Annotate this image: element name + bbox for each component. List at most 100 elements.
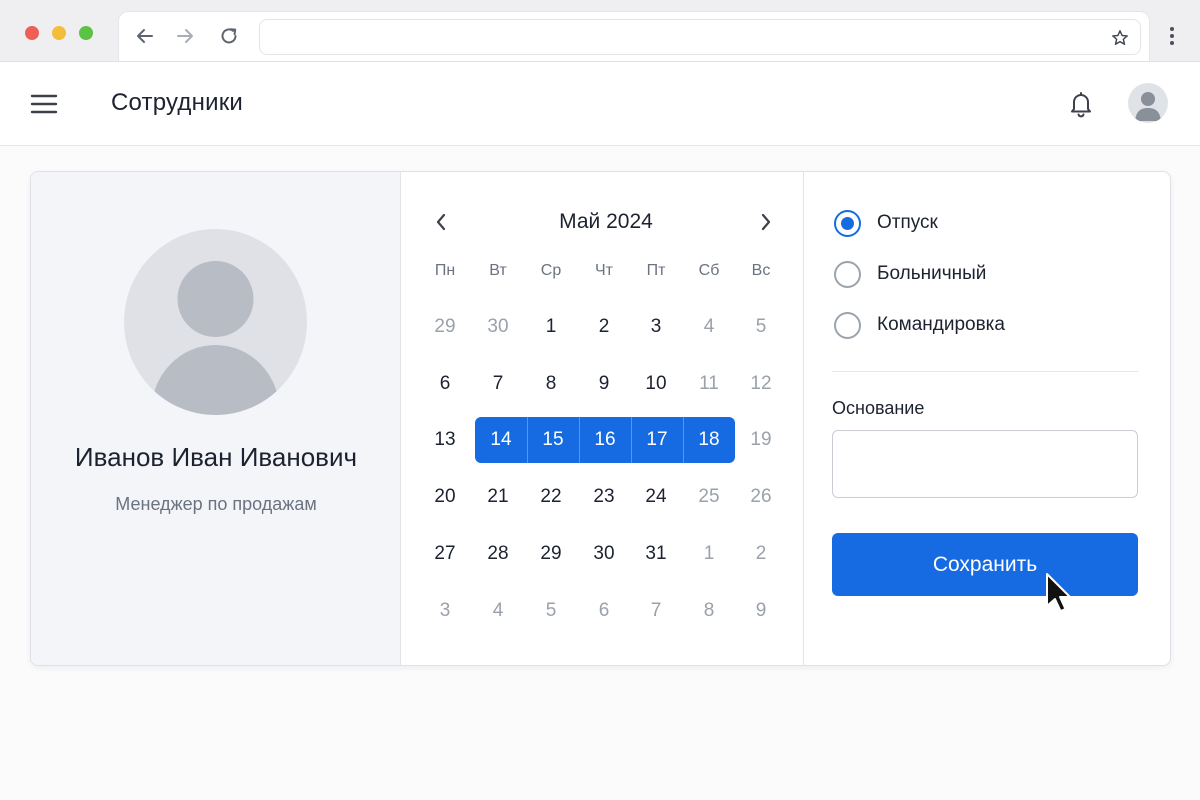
chevron-left-icon: [436, 213, 446, 231]
weekday-label: Сб: [698, 262, 720, 279]
calendar-days-grid: 29 30 1 2 3 4 5 6 7 8 9 10 11 12 13 14 1…: [419, 304, 789, 644]
calendar-day[interactable]: 28: [472, 531, 524, 577]
browser-menu-button[interactable]: [1160, 24, 1184, 48]
calendar-day[interactable]: 2: [578, 304, 630, 350]
calendar-day[interactable]: 21: [472, 474, 524, 520]
browser-toolbar: [118, 11, 1150, 61]
previous-month-button[interactable]: [429, 210, 453, 234]
calendar-day[interactable]: 6: [419, 361, 471, 407]
calendar-day[interactable]: 26: [735, 474, 787, 520]
calendar-day[interactable]: 13: [419, 417, 471, 463]
calendar-day[interactable]: 29: [419, 304, 471, 350]
calendar-weekdays: Пн Вт Ср Чт Пт Сб Вс: [419, 262, 789, 286]
back-button[interactable]: [133, 24, 157, 48]
calendar-day[interactable]: 10: [630, 361, 682, 407]
user-avatar-icon: [1135, 92, 1161, 121]
calendar-day-selected[interactable]: 14: [475, 417, 527, 463]
calendar-day[interactable]: 30: [578, 531, 630, 577]
calendar-day-selected[interactable]: 15: [527, 417, 579, 463]
calendar-day[interactable]: 8: [683, 588, 735, 634]
hamburger-menu-icon: [30, 94, 58, 114]
calendar-day[interactable]: 20: [419, 474, 471, 520]
calendar-day[interactable]: 5: [525, 588, 577, 634]
bookmark-button[interactable]: [1110, 28, 1130, 48]
radio-button[interactable]: [834, 260, 861, 288]
app-header: Сотрудники: [0, 62, 1200, 146]
notifications-button[interactable]: [1066, 89, 1096, 119]
employee-profile-panel: Иванов Иван Иванович Менеджер по продажа…: [31, 172, 401, 665]
calendar-day[interactable]: 4: [472, 588, 524, 634]
calendar: Май 2024 Пн Вт Ср Чт Пт Сб Вс 29 30 1 2: [401, 172, 804, 665]
weekday-label: Чт: [595, 262, 613, 279]
calendar-day-selected[interactable]: 16: [579, 417, 631, 463]
weekday-label: Вс: [751, 262, 771, 279]
calendar-day[interactable]: 1: [683, 531, 735, 577]
reason-label: Основание: [832, 398, 925, 418]
employee-absence-card: Иванов Иван Иванович Менеджер по продажа…: [30, 171, 1171, 666]
calendar-day[interactable]: 31: [630, 531, 682, 577]
calendar-day[interactable]: 2: [735, 531, 787, 577]
calendar-day[interactable]: 6: [578, 588, 630, 634]
calendar-day[interactable]: 11: [683, 361, 735, 407]
star-icon: [1112, 30, 1128, 46]
calendar-day[interactable]: 24: [630, 474, 682, 520]
calendar-day[interactable]: 3: [419, 588, 471, 634]
calendar-day[interactable]: 23: [578, 474, 630, 520]
calendar-day[interactable]: 19: [735, 417, 787, 463]
bell-icon: [1071, 92, 1091, 118]
calendar-day[interactable]: 5: [735, 304, 787, 350]
radio-label: Больничный: [877, 263, 987, 284]
calendar-day[interactable]: 30: [472, 304, 524, 350]
radio-option-business-trip[interactable]: Командировка: [834, 310, 1134, 340]
calendar-day[interactable]: 22: [525, 474, 577, 520]
weekday-label: Вт: [489, 262, 507, 279]
radio-option-vacation[interactable]: Отпуск: [834, 208, 1134, 238]
radio-label: Командировка: [877, 314, 1005, 335]
forward-button[interactable]: [173, 24, 197, 48]
calendar-day[interactable]: 27: [419, 531, 471, 577]
calendar-day[interactable]: 25: [683, 474, 735, 520]
browser-chrome: [0, 0, 1200, 62]
radio-button[interactable]: [834, 311, 861, 339]
calendar-day[interactable]: 7: [630, 588, 682, 634]
radio-button-checked[interactable]: [834, 209, 861, 237]
reload-button[interactable]: [217, 24, 241, 48]
calendar-day[interactable]: 8: [525, 361, 577, 407]
radio-option-sick-leave[interactable]: Больничный: [834, 259, 1134, 289]
weekday-label: Ср: [540, 262, 562, 279]
employee-name: Иванов Иван Иванович: [74, 442, 358, 472]
more-vertical-icon: [1170, 27, 1174, 45]
calendar-day[interactable]: 9: [578, 361, 630, 407]
calendar-day[interactable]: 9: [735, 588, 787, 634]
calendar-day-selected[interactable]: 18: [683, 417, 735, 463]
user-avatar-button[interactable]: [1128, 83, 1168, 123]
next-month-button[interactable]: [754, 210, 778, 234]
minimize-window-button[interactable]: [52, 26, 66, 40]
chevron-right-icon: [761, 213, 771, 231]
calendar-month-title: Май 2024: [559, 210, 653, 233]
radio-label: Отпуск: [877, 212, 938, 233]
calendar-day[interactable]: 1: [525, 304, 577, 350]
calendar-day[interactable]: 7: [472, 361, 524, 407]
reason-input[interactable]: [832, 430, 1138, 498]
calendar-day[interactable]: 3: [630, 304, 682, 350]
employee-avatar: [124, 229, 307, 415]
save-button[interactable]: Сохранить: [832, 533, 1138, 596]
user-silhouette-icon: [151, 261, 280, 415]
weekday-label: Пт: [646, 262, 666, 279]
arrow-right-icon: [177, 29, 193, 43]
reload-icon: [221, 28, 237, 44]
weekday-label: Пн: [434, 262, 456, 279]
page-title: Сотрудники: [111, 89, 243, 116]
calendar-day-selected[interactable]: 17: [631, 417, 683, 463]
absence-form-panel: Отпуск Больничный Командировка Основание…: [804, 172, 1170, 665]
divider: [832, 371, 1138, 372]
maximize-window-button[interactable]: [79, 26, 93, 40]
address-bar[interactable]: [259, 19, 1141, 55]
arrow-left-icon: [137, 29, 153, 43]
close-window-button[interactable]: [25, 26, 39, 40]
calendar-day[interactable]: 12: [735, 361, 787, 407]
calendar-day[interactable]: 4: [683, 304, 735, 350]
calendar-day[interactable]: 29: [525, 531, 577, 577]
menu-button[interactable]: [28, 90, 60, 118]
